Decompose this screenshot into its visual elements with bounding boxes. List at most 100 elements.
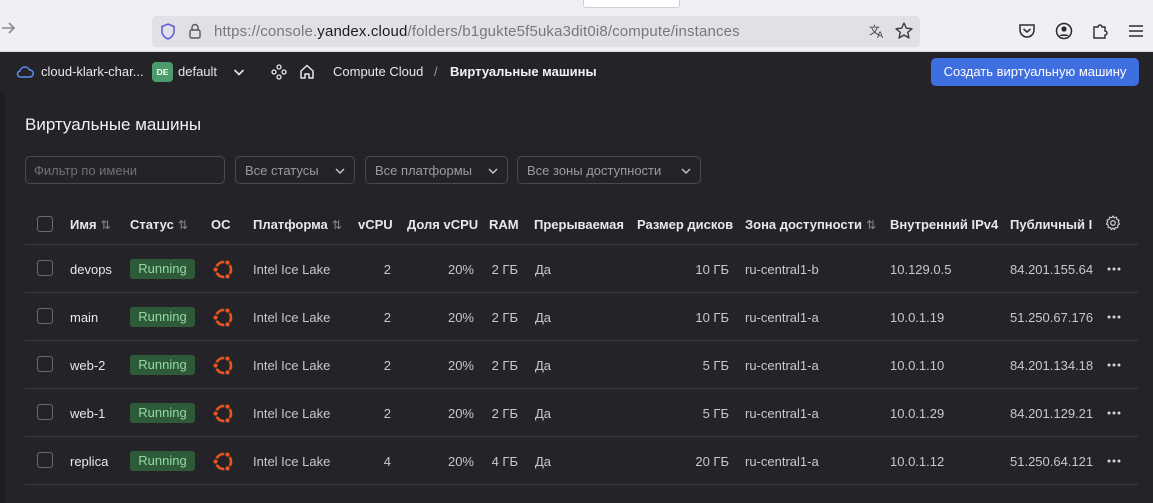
status-filter-select[interactable]: Все статусы (235, 156, 355, 184)
row-checkbox[interactable] (37, 260, 53, 276)
preemptible-cell: Да (535, 310, 552, 325)
public-ip-cell: 84.201.155.64 (1010, 262, 1093, 277)
platform-cell: Intel Ice Lake (253, 406, 331, 421)
more-icon[interactable] (1106, 264, 1122, 274)
column-header-name[interactable]: Имя ⇅ (70, 217, 111, 232)
platform-cell: Intel Ice Lake (253, 262, 331, 277)
vm-name-link[interactable]: replica (70, 454, 108, 469)
chevron-down-icon (335, 168, 345, 174)
sort-icon[interactable]: ⇅ (866, 218, 876, 232)
disk-cell: 10 ГБ (695, 262, 729, 277)
folder-selector[interactable]: default (178, 64, 217, 79)
vm-name-link[interactable]: web-2 (70, 358, 105, 373)
folder-badge: DE (152, 62, 173, 82)
vcpu-share-cell: 20% (447, 310, 474, 325)
home-icon[interactable] (299, 63, 315, 80)
table-row[interactable]: replica Running Intel Ice Lake 4 20% 4 ГБ Да 20… (25, 437, 1138, 485)
more-icon[interactable] (1106, 360, 1122, 370)
chevron-down-icon[interactable] (232, 65, 246, 79)
url-bar[interactable]: https://console.yandex.cloud/folders/b1g… (152, 16, 920, 47)
shield-icon[interactable] (160, 23, 176, 40)
table-row[interactable]: devops Running Intel Ice Lake 2 20% 2 ГБ Да 10 … (25, 245, 1138, 293)
breadcrumb-service[interactable]: Compute Cloud (333, 64, 423, 79)
column-header-public-ip: Публичный IP (1010, 217, 1093, 232)
menu-icon[interactable] (1127, 22, 1145, 40)
lock-icon[interactable] (188, 23, 202, 39)
cloud-selector[interactable]: cloud-klark-char... (41, 64, 144, 79)
preemptible-cell: Да (535, 358, 552, 373)
vcpu-cell: 2 (383, 310, 391, 325)
column-header-vcpu: vCPU (358, 217, 393, 232)
column-header-platform[interactable]: Платформа ⇅ (253, 217, 342, 232)
pocket-icon[interactable] (1018, 22, 1036, 40)
translate-icon[interactable]: 文A (868, 22, 886, 40)
zone-filter-select[interactable]: Все зоны доступности (517, 156, 701, 184)
platform-filter-select[interactable]: Все платформы (365, 156, 508, 184)
ram-cell: 2 ГБ (491, 262, 518, 277)
row-checkbox[interactable] (37, 308, 53, 324)
back-arrow-icon[interactable] (0, 20, 18, 40)
name-filter-input[interactable] (25, 156, 225, 184)
account-icon[interactable] (1055, 22, 1073, 40)
vm-name-link[interactable]: web-1 (70, 406, 105, 421)
sort-icon[interactable]: ⇅ (101, 218, 111, 232)
chevron-down-icon (488, 168, 498, 174)
ubuntu-icon (212, 355, 233, 376)
public-ip-cell: 84.201.129.21 (1010, 406, 1093, 421)
column-header-zone[interactable]: Зона доступности ⇅ (745, 217, 876, 232)
page-title: Виртуальные машины (25, 115, 202, 134)
zone-cell: ru-central1-a (745, 406, 819, 421)
more-icon[interactable] (1106, 408, 1122, 418)
platform-cell: Intel Ice Lake (253, 310, 331, 325)
disk-cell: 20 ГБ (695, 454, 729, 469)
zone-cell: ru-central1-a (745, 358, 819, 373)
sidebar-edge (0, 92, 5, 503)
column-header-disk: Размер дисков (637, 217, 734, 232)
column-label: Зона доступности (745, 217, 863, 232)
vm-name-link[interactable]: devops (70, 262, 112, 277)
vcpu-share-cell: 20% (447, 262, 474, 277)
public-ip-cell: 51.250.64.121 (1010, 454, 1093, 469)
disk-cell: 10 ГБ (695, 310, 729, 325)
vcpu-cell: 2 (383, 406, 391, 421)
ubuntu-icon (212, 259, 233, 280)
status-filter-label: Все статусы (245, 163, 319, 178)
row-checkbox[interactable] (37, 404, 53, 420)
column-header-vcpu-share: Доля vCPU (407, 217, 479, 232)
create-vm-button[interactable]: Создать виртуальную машину (931, 58, 1139, 86)
select-all-checkbox[interactable] (37, 216, 53, 232)
row-checkbox[interactable] (37, 452, 53, 468)
more-icon[interactable] (1106, 456, 1122, 466)
internal-ip-cell: 10.0.1.10 (890, 358, 945, 373)
column-label: Платформа (253, 217, 328, 232)
more-icon[interactable] (1106, 312, 1122, 322)
vcpu-cell: 2 (383, 358, 391, 373)
ubuntu-icon (212, 451, 233, 472)
services-hub-icon[interactable] (271, 64, 287, 80)
sort-icon[interactable]: ⇅ (332, 218, 342, 232)
column-label: Статус (130, 217, 174, 232)
internal-ip-cell: 10.0.1.19 (890, 310, 945, 325)
gear-icon[interactable] (1105, 215, 1121, 231)
platform-cell: Intel Ice Lake (253, 358, 331, 373)
status-badge: Running (130, 259, 195, 279)
star-icon[interactable] (894, 21, 914, 41)
table-row[interactable]: main Running Intel Ice Lake 2 20% 2 ГБ Да 10 ГБ… (25, 293, 1138, 341)
breadcrumb-separator: / (434, 64, 438, 79)
platform-filter-label: Все платформы (375, 163, 472, 178)
url-text[interactable]: https://console.yandex.cloud/folders/b1g… (214, 23, 740, 40)
extensions-icon[interactable] (1091, 22, 1109, 40)
ram-cell: 4 ГБ (491, 454, 518, 469)
table-row[interactable]: web-1 Running Intel Ice Lake 2 20% 2 ГБ Да 5 ГБ… (25, 389, 1138, 437)
internal-ip-cell: 10.129.0.5 (890, 262, 952, 277)
preemptible-cell: Да (535, 262, 552, 277)
disk-cell: 5 ГБ (702, 406, 729, 421)
internal-ip-cell: 10.0.1.29 (890, 406, 945, 421)
column-header-status[interactable]: Статус ⇅ (130, 217, 188, 232)
vcpu-cell: 2 (383, 262, 391, 277)
vcpu-share-cell: 20% (447, 454, 474, 469)
sort-icon[interactable]: ⇅ (178, 218, 188, 232)
vm-name-link[interactable]: main (70, 310, 98, 325)
table-row[interactable]: web-2 Running Intel Ice Lake 2 20% 2 ГБ Да 5 ГБ… (25, 341, 1138, 389)
row-checkbox[interactable] (37, 356, 53, 372)
